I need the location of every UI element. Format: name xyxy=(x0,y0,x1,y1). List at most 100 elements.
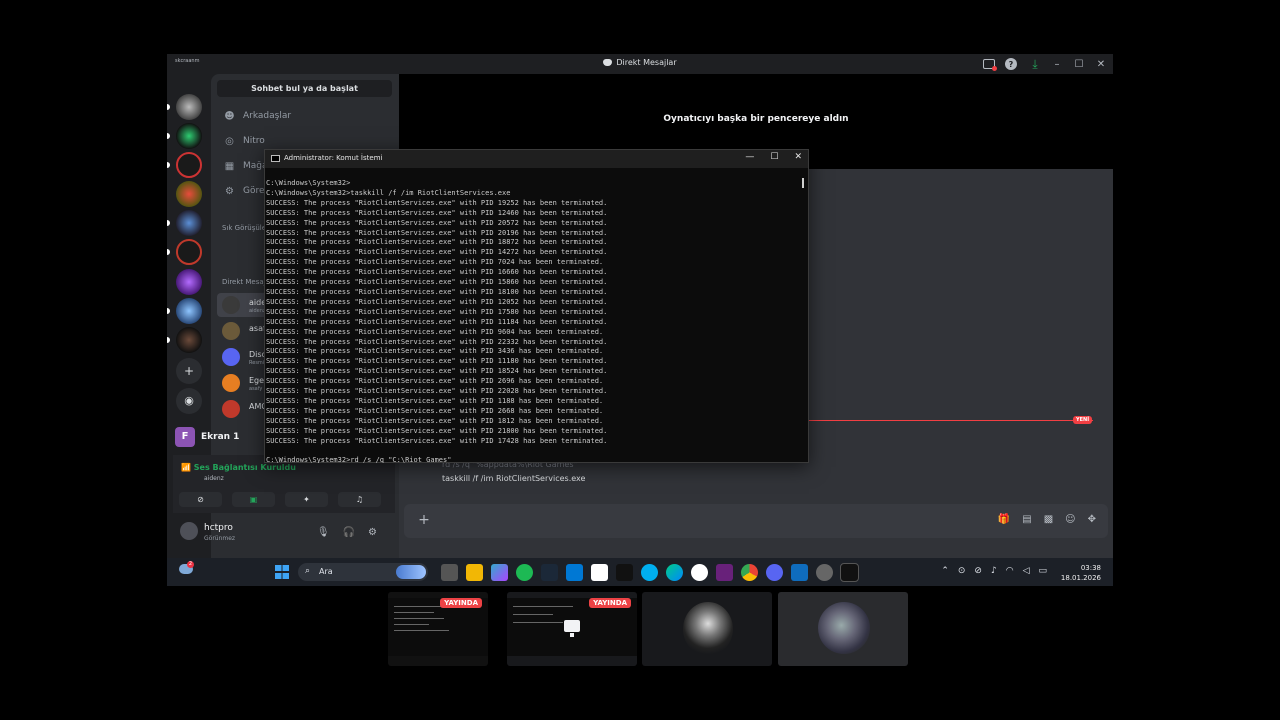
settings-icon[interactable]: ⚙ xyxy=(368,527,377,538)
close-icon[interactable]: ✕ xyxy=(794,152,802,162)
maximize-icon[interactable]: ☐ xyxy=(770,152,778,162)
explore-icon[interactable]: ◉ xyxy=(176,388,202,414)
cmd-window[interactable]: Administrator: Komut İstemi — ☐ ✕ C:\Win… xyxy=(264,149,809,463)
unread-indicator xyxy=(167,133,170,139)
microphone-icon[interactable]: ♪ xyxy=(991,566,997,576)
nav-friends[interactable]: ☻ Arkadaşlar xyxy=(217,104,392,128)
activities-button[interactable]: ✦ xyxy=(285,492,328,507)
avatar xyxy=(222,348,240,366)
clock[interactable]: 03:38 18.01.2026 xyxy=(1061,563,1101,583)
server-icon[interactable] xyxy=(176,210,202,236)
gift-icon[interactable]: 🎁 xyxy=(998,514,1010,525)
spotify-icon[interactable] xyxy=(516,564,533,581)
volume-icon[interactable]: ◁ xyxy=(1023,566,1030,576)
server-icon[interactable] xyxy=(176,298,202,324)
minimize-icon[interactable]: – xyxy=(1049,56,1065,72)
cmd-output-line: SUCCESS: The process "RiotClientServices… xyxy=(266,208,608,217)
dm-name: Ege xyxy=(249,376,265,385)
unread-indicator xyxy=(167,249,170,255)
unread-indicator xyxy=(167,337,170,343)
skype-icon[interactable] xyxy=(641,564,658,581)
apps-icon[interactable]: ✥ xyxy=(1088,514,1096,525)
cmd-output[interactable]: C:\Windows\System32> C:\Windows\System32>… xyxy=(266,179,796,463)
help-icon[interactable]: ? xyxy=(1005,58,1017,70)
steam-icon[interactable] xyxy=(541,564,558,581)
visual-studio-icon[interactable] xyxy=(716,564,733,581)
user-status: Görünmez xyxy=(204,535,236,542)
battery-icon[interactable]: ▭ xyxy=(1038,566,1047,576)
voice-status-text: Ses Bağlantısı Kuruldu xyxy=(193,463,296,472)
edge-icon[interactable] xyxy=(666,564,683,581)
download-icon[interactable]: ⤓ xyxy=(1027,56,1043,72)
message-input[interactable]: + 🎁 ▤ ▩ ☺ ✥ xyxy=(404,504,1108,538)
avatar[interactable] xyxy=(180,522,198,540)
file-explorer-icon[interactable] xyxy=(466,564,483,581)
server-icon[interactable] xyxy=(176,123,202,149)
server-icon[interactable] xyxy=(176,239,202,265)
message-text: taskkill /f /im RiotClientServices.exe xyxy=(442,474,586,483)
start-icon[interactable] xyxy=(275,565,289,579)
popout-message: Oynatıcıyı başka bir pencereye aldın xyxy=(663,114,849,124)
settings-icon[interactable] xyxy=(816,564,833,581)
find-conversation-button[interactable]: Sohbet bul ya da başlat xyxy=(217,80,392,97)
cmd-output-line: SUCCESS: The process "RiotClientServices… xyxy=(266,416,604,425)
signal-icon: 📶 xyxy=(181,463,194,472)
soundboard-button[interactable]: ♫ xyxy=(338,492,381,507)
voice-status[interactable]: 📶 Ses Bağlantısı Kuruldu xyxy=(181,463,296,472)
headphones-icon[interactable]: 🎧 xyxy=(343,527,355,538)
server-icon[interactable] xyxy=(176,327,202,353)
sticker-icon[interactable]: ▩ xyxy=(1044,514,1053,525)
participant-avatar xyxy=(683,602,733,656)
wifi-icon[interactable]: ◠ xyxy=(1006,566,1014,576)
vscode-icon[interactable] xyxy=(566,564,583,581)
participant-thumbnail[interactable] xyxy=(778,592,908,666)
stream-thumbnail[interactable]: YAYINDA xyxy=(388,592,488,666)
chevron-up-icon[interactable]: ⌃ xyxy=(941,566,949,576)
screen-share-icon[interactable] xyxy=(983,59,997,71)
server-icon[interactable] xyxy=(176,269,202,295)
notifications-off-icon[interactable]: ⊘ xyxy=(974,566,982,576)
terminal-icon xyxy=(271,155,280,162)
taskbar-search[interactable]: ⌕ Ara xyxy=(298,563,428,581)
cmd-titlebar[interactable]: Administrator: Komut İstemi — ☐ ✕ xyxy=(265,150,808,168)
maximize-icon[interactable]: ☐ xyxy=(1071,56,1087,72)
discord-icon[interactable] xyxy=(766,564,783,581)
emoji-icon[interactable]: ☺ xyxy=(1065,514,1075,525)
google-icon[interactable] xyxy=(691,564,708,581)
user-panel: hctpro Görünmez 🎙 🎧 ⚙ xyxy=(173,516,395,549)
system-tray: ⌃ ⊙ ⊘ ♪ ◠ ◁ ▭ xyxy=(941,566,1047,576)
cmd-output-line: SUCCESS: The process "RiotClientServices… xyxy=(266,278,608,287)
stream-thumbnail[interactable]: YAYINDA xyxy=(507,592,637,666)
monitor-icon xyxy=(564,620,580,637)
tiktok-icon[interactable] xyxy=(616,564,633,581)
mail-icon[interactable] xyxy=(791,564,808,581)
user-controls: 🎙 🎧 ⚙ xyxy=(317,527,377,538)
live-badge: YAYINDA xyxy=(440,598,482,608)
task-view-icon[interactable] xyxy=(441,564,458,581)
store-icon[interactable] xyxy=(591,564,608,581)
cmd-output-line: SUCCESS: The process "RiotClientServices… xyxy=(266,367,608,376)
screen-label: Ekran 1 xyxy=(201,432,240,442)
server-icon[interactable] xyxy=(176,94,202,120)
participant-thumbnail[interactable] xyxy=(642,592,772,666)
gif-icon[interactable]: ▤ xyxy=(1022,514,1031,525)
camera-off-button[interactable]: ⊘ xyxy=(179,492,222,507)
terminal-icon[interactable] xyxy=(840,563,859,582)
chrome-icon[interactable] xyxy=(741,564,758,581)
add-server-icon[interactable]: + xyxy=(176,358,202,384)
attach-icon[interactable]: + xyxy=(415,511,433,529)
nav-label: Nitro xyxy=(243,136,265,146)
vpn-icon[interactable]: ⊙ xyxy=(958,566,966,576)
unread-indicator xyxy=(167,104,170,110)
close-icon[interactable]: ✕ xyxy=(1093,56,1109,72)
screen-share-banner[interactable]: F Ekran 1 xyxy=(175,422,275,452)
server-icon[interactable] xyxy=(176,181,202,207)
minimize-icon[interactable]: — xyxy=(745,152,754,162)
scrollbar[interactable] xyxy=(802,178,804,188)
cmd-output-line: SUCCESS: The process "RiotClientServices… xyxy=(266,347,604,356)
server-icon[interactable] xyxy=(176,152,202,178)
microphone-icon[interactable]: 🎙 xyxy=(317,527,330,538)
copilot-icon[interactable] xyxy=(491,564,508,581)
voice-actions: ⊘ ▣ ✦ ♫ xyxy=(179,492,381,507)
screen-share-button[interactable]: ▣ xyxy=(232,492,275,507)
